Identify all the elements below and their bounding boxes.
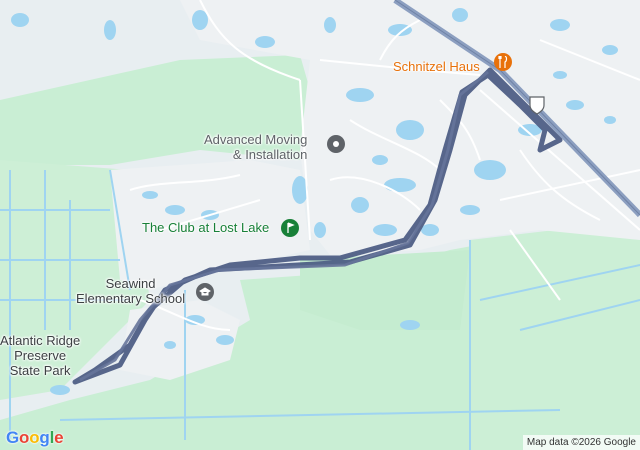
google-logo: Google [6,428,64,447]
golf-icon[interactable] [281,219,299,237]
poi-label-seawind-school[interactable]: Seawind Elementary School [76,276,185,306]
map-canvas[interactable]: Schnitzel Haus Advanced Moving & Install… [0,0,640,450]
map-attribution[interactable]: Map data ©2026 Google [522,435,640,450]
poi-label-club-lost-lake[interactable]: The Club at Lost Lake [142,220,269,235]
poi-label-atlantic-ridge[interactable]: Atlantic Ridge Preserve State Park [0,333,80,378]
place-pin-icon[interactable] [327,135,345,153]
restaurant-icon[interactable] [494,53,512,71]
map-base-layer [0,0,640,450]
poi-label-schnitzel-haus[interactable]: Schnitzel Haus [393,59,480,74]
poi-label-advanced-moving[interactable]: Advanced Moving & Installation [204,132,307,162]
school-icon[interactable] [196,283,214,301]
green-area-east-fields [470,220,640,450]
